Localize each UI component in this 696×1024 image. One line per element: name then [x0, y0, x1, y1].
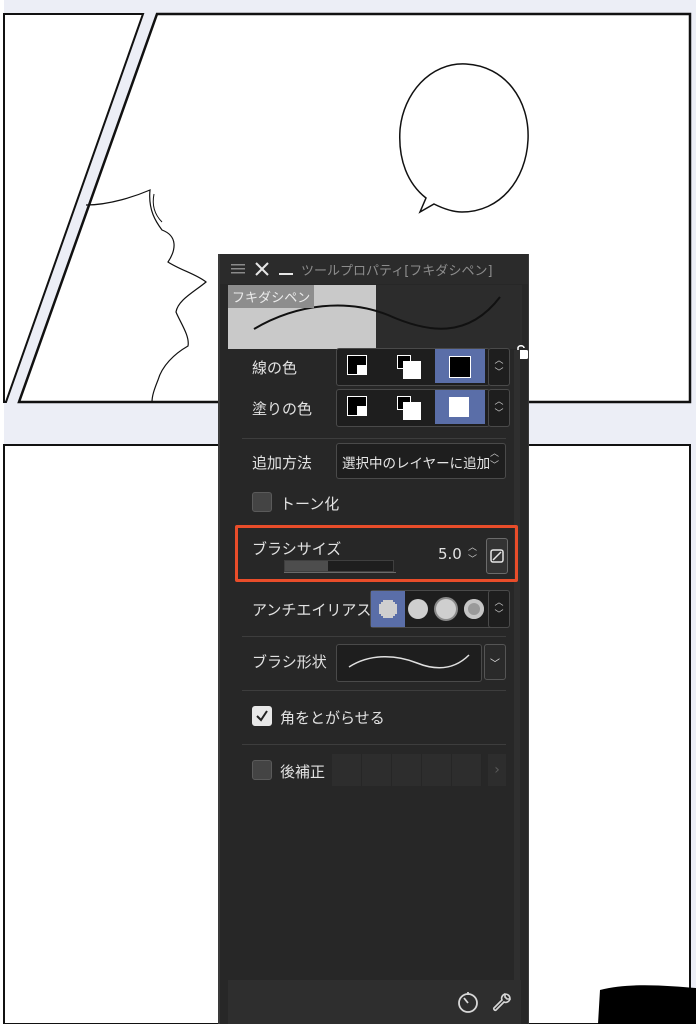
chevron-down-icon: ﹀: [490, 658, 500, 670]
line-color-selector[interactable]: [336, 348, 490, 386]
main-color-swatch[interactable]: [345, 353, 373, 381]
antialias-strong-option[interactable]: [457, 591, 491, 627]
brush-shape-preview[interactable]: [336, 644, 482, 682]
chevron-updown-icon[interactable]: ︿ ﹀: [488, 590, 510, 628]
post-correction-checkbox[interactable]: [252, 760, 272, 780]
post-correction-label: 後補正: [280, 763, 326, 781]
preview-name: フキダシペン: [228, 285, 315, 308]
panel-titlebar[interactable]: ツールプロパティ[フキダシペン]: [220, 254, 528, 284]
panel-title: ツールプロパティ[フキダシペン]: [301, 263, 493, 279]
add-method-label: 追加方法: [252, 454, 313, 472]
divider: [242, 636, 506, 637]
dot-icon: [436, 599, 456, 619]
fill-sub-swatch[interactable]: [395, 394, 423, 422]
user-color-swatch[interactable]: [435, 349, 485, 383]
dot-icon: [464, 599, 484, 619]
pixel-dot-icon: [379, 600, 397, 618]
fill-main-swatch[interactable]: [345, 394, 373, 422]
divider: [242, 744, 506, 745]
antialias-label: アンチエイリアス: [252, 601, 372, 619]
antialias-none-option[interactable]: [371, 591, 405, 627]
chevron-updown-icon: ︿ ﹀: [489, 449, 499, 471]
sharp-corners-label: 角をとがらせる: [280, 709, 385, 727]
fill-color-selector[interactable]: [336, 389, 490, 427]
wrench-icon[interactable]: [490, 990, 514, 1014]
line-color-label: 線の色: [252, 359, 298, 377]
panel-bottom-bar: [228, 980, 521, 1024]
brush-shape-stroke: [348, 654, 470, 669]
tone-checkbox[interactable]: [252, 492, 272, 512]
minimize-icon[interactable]: [277, 260, 295, 278]
sharp-corners-checkbox[interactable]: [252, 706, 272, 726]
chevron-updown-icon[interactable]: ︿ ﹀: [488, 389, 510, 427]
dial-icon[interactable]: [456, 990, 480, 1014]
chevron-updown-icon[interactable]: ︿ ﹀: [488, 348, 510, 386]
add-method-value: 選択中のレイヤーに追加: [342, 456, 491, 472]
divider: [242, 690, 506, 691]
fill-user-swatch[interactable]: [435, 390, 485, 424]
checkmark-icon: [256, 710, 268, 722]
tone-label: トーン化: [280, 495, 340, 513]
sub-color-swatch[interactable]: [395, 353, 423, 381]
antialias-selector[interactable]: [370, 590, 506, 628]
brush-shape-label: ブラシ形状: [252, 653, 327, 671]
menu-icon[interactable]: [229, 260, 247, 278]
brush-shape-dropdown-button[interactable]: ﹀: [484, 644, 506, 680]
tool-property-panel: ツールプロパティ[フキダシペン] フキダシペン 線の色 ︿ ﹀ 塗りの色 ︿ ﹀…: [218, 254, 529, 1024]
post-correction-cells: [332, 754, 482, 786]
dot-icon: [408, 599, 428, 619]
add-method-dropdown[interactable]: 選択中のレイヤーに追加 ︿ ﹀: [336, 443, 506, 479]
divider: [242, 438, 506, 439]
close-icon[interactable]: [253, 260, 271, 278]
fill-color-label: 塗りの色: [252, 400, 313, 418]
panel-scrollbar[interactable]: [514, 350, 520, 980]
chevron-right-icon[interactable]: ›: [488, 754, 506, 786]
brush-size-highlight: [235, 525, 518, 582]
brush-preview[interactable]: フキダシペン: [228, 285, 528, 359]
